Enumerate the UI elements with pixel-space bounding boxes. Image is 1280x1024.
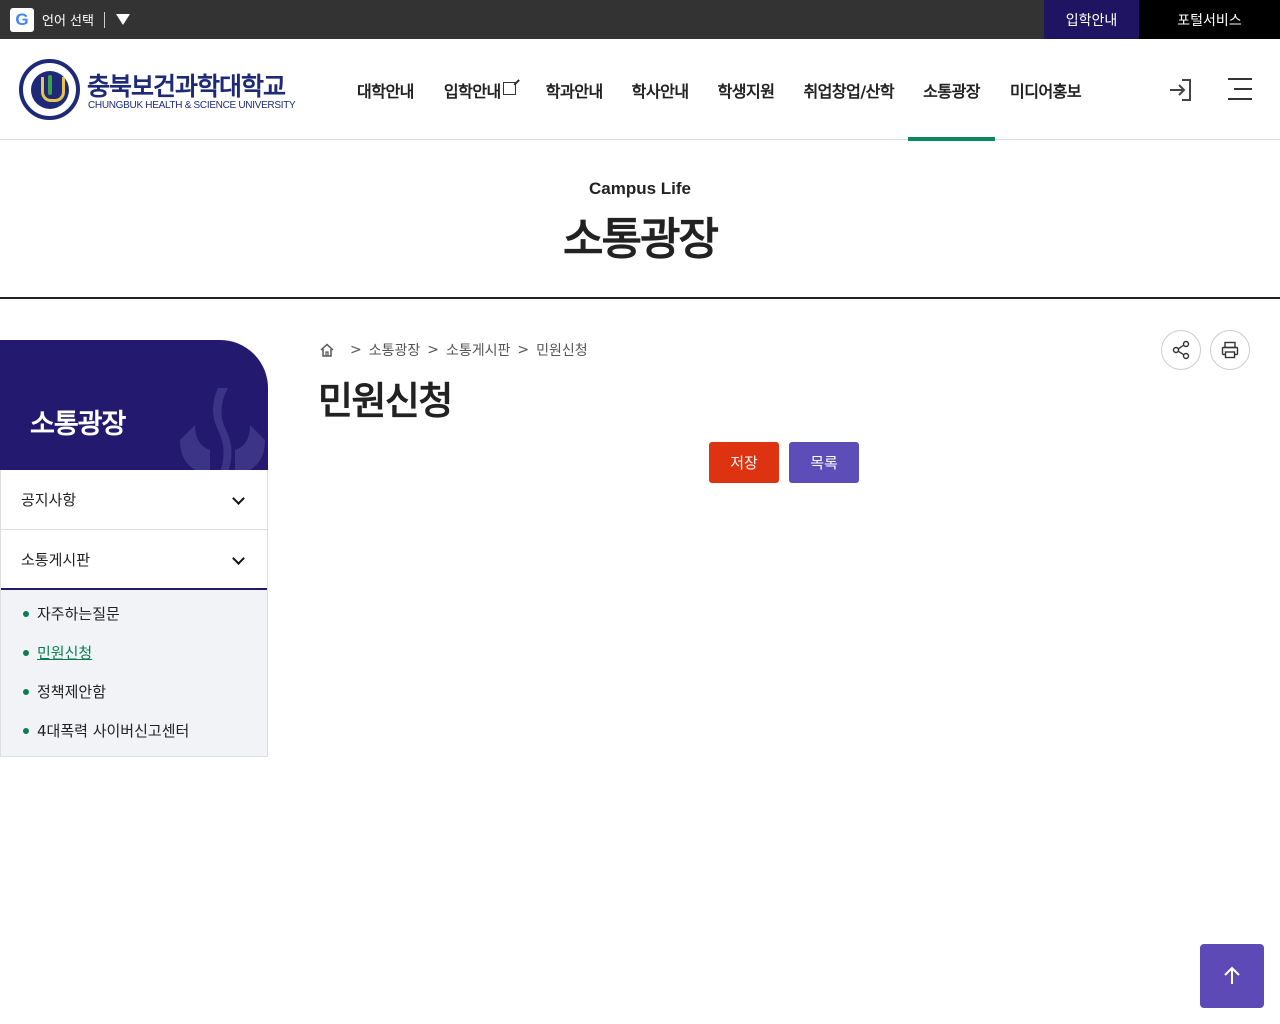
save-button[interactable]: 저장: [709, 442, 779, 483]
nav-label: 소통광장: [923, 81, 981, 101]
share-icon: [1172, 340, 1190, 360]
bullet-icon: [23, 727, 29, 734]
home-icon[interactable]: [319, 342, 335, 358]
chevron-down-icon: [232, 492, 245, 505]
sidebar-menu: 공지사항 소통게시판 자주하는질문 민원신청 정책제안함 4대폭력 사이버신고센…: [0, 470, 268, 757]
sidebar-item-label: 소통게시판: [21, 550, 91, 569]
share-button[interactable]: [1161, 330, 1201, 370]
nav-label: 학사안내: [631, 81, 689, 101]
main-nav: 대학안내 입학안내 학과안내 학사안내 학생지원 취업창업/산학 소통광장 미디…: [343, 39, 1082, 141]
breadcrumb-separator: >: [427, 342, 439, 358]
breadcrumb-separator: >: [517, 342, 530, 358]
nav-item-student-support[interactable]: 학생지원: [718, 39, 775, 140]
submenu-item-complaint[interactable]: 민원신청: [1, 633, 267, 672]
nav-label: 학생지원: [717, 81, 775, 101]
submenu-item-policy[interactable]: 정책제안함: [1, 672, 267, 711]
nav-item-departments[interactable]: 학과안내: [546, 39, 603, 140]
breadcrumb-item[interactable]: 소통광장: [369, 340, 421, 360]
portal-service-link[interactable]: 포털서비스: [1139, 0, 1280, 39]
chevron-down-icon: [232, 552, 245, 565]
sidebar-item-board[interactable]: 소통게시판: [1, 530, 267, 590]
nav-label: 학과안내: [545, 81, 603, 101]
bullet-icon: [23, 649, 29, 656]
bullet-icon: [23, 610, 29, 617]
sidebar-title: 소통광장: [30, 409, 126, 440]
divider: [103, 11, 105, 28]
nav-item-admission[interactable]: 입학안내: [444, 39, 516, 140]
submenu-label: 4대폭력 사이버신고센터: [37, 722, 190, 740]
nav-label: 미디어홍보: [1010, 81, 1082, 101]
breadcrumb-separator: >: [350, 342, 362, 358]
breadcrumb-item[interactable]: 소통게시판: [446, 340, 510, 360]
sidebar-item-label: 공지사항: [21, 491, 77, 509]
nav-label: 취업창업/산학: [803, 81, 895, 101]
arrow-up-icon: [1224, 966, 1240, 984]
submenu-label: 민원신청: [37, 644, 93, 662]
nav-item-media[interactable]: 미디어홍보: [1010, 39, 1082, 140]
login-icon[interactable]: [1166, 76, 1194, 104]
sidebar-submenu: 자주하는질문 민원신청 정책제안함 4대폭력 사이버신고센터: [1, 590, 267, 756]
submenu-item-violence-report[interactable]: 4대폭력 사이버신고센터: [1, 711, 267, 750]
print-icon: [1221, 341, 1239, 359]
nav-item-employment[interactable]: 취업창업/산학: [803, 39, 894, 140]
submenu-label: 자주하는질문: [37, 605, 120, 623]
visual-subtitle: Campus Life: [588, 179, 692, 198]
logo-korean-name[interactable]: 충북보건과학대학교: [87, 67, 286, 103]
admission-link[interactable]: 입학안내: [1044, 0, 1139, 39]
nav-item-communication[interactable]: 소통광장: [908, 39, 995, 141]
print-button[interactable]: [1210, 330, 1250, 370]
bullet-icon: [23, 688, 29, 695]
submenu-label: 정책제안함: [37, 683, 107, 701]
external-link-icon: [502, 82, 516, 95]
language-label: 언어 선택: [42, 14, 94, 29]
google-icon: G: [10, 7, 34, 32]
visual-title: 소통광장: [563, 214, 719, 265]
dropdown-arrow-icon[interactable]: [115, 14, 130, 25]
sidebar-header: 소통광장: [0, 340, 268, 470]
nav-label: 대학안내: [357, 81, 414, 101]
breadcrumb-item-current: 민원신청: [536, 343, 588, 359]
list-button[interactable]: 목록: [789, 442, 859, 483]
emblem-decoration-icon: [180, 388, 265, 470]
nav-label: 입학안내: [443, 81, 501, 101]
page-visual: Campus Life 소통광장: [0, 141, 1280, 299]
sidebar-item-notices[interactable]: 공지사항: [1, 470, 267, 530]
menu-icon[interactable]: [1228, 78, 1252, 100]
nav-item-university[interactable]: 대학안내: [357, 39, 414, 140]
language-selector[interactable]: G 언어 선택: [10, 7, 130, 32]
university-logo-emblem[interactable]: [19, 59, 80, 120]
submenu-item-faq[interactable]: 자주하는질문: [1, 594, 267, 633]
top-utility-bar: G 언어 선택 입학안내 포털서비스: [0, 0, 1280, 39]
page-title: 민원신청: [318, 379, 453, 423]
breadcrumb: > 소통광장 > 소통게시판 > 민원신청: [319, 340, 588, 360]
logo-english-name[interactable]: CHUNGBUK HEALTH & SCIENCE UNIVERSITY: [88, 100, 296, 111]
nav-item-academics[interactable]: 학사안내: [632, 39, 689, 140]
scroll-to-top-button[interactable]: [1200, 944, 1264, 1008]
site-header: 충북보건과학대학교 CHUNGBUK HEALTH & SCIENCE UNIV…: [0, 39, 1280, 141]
